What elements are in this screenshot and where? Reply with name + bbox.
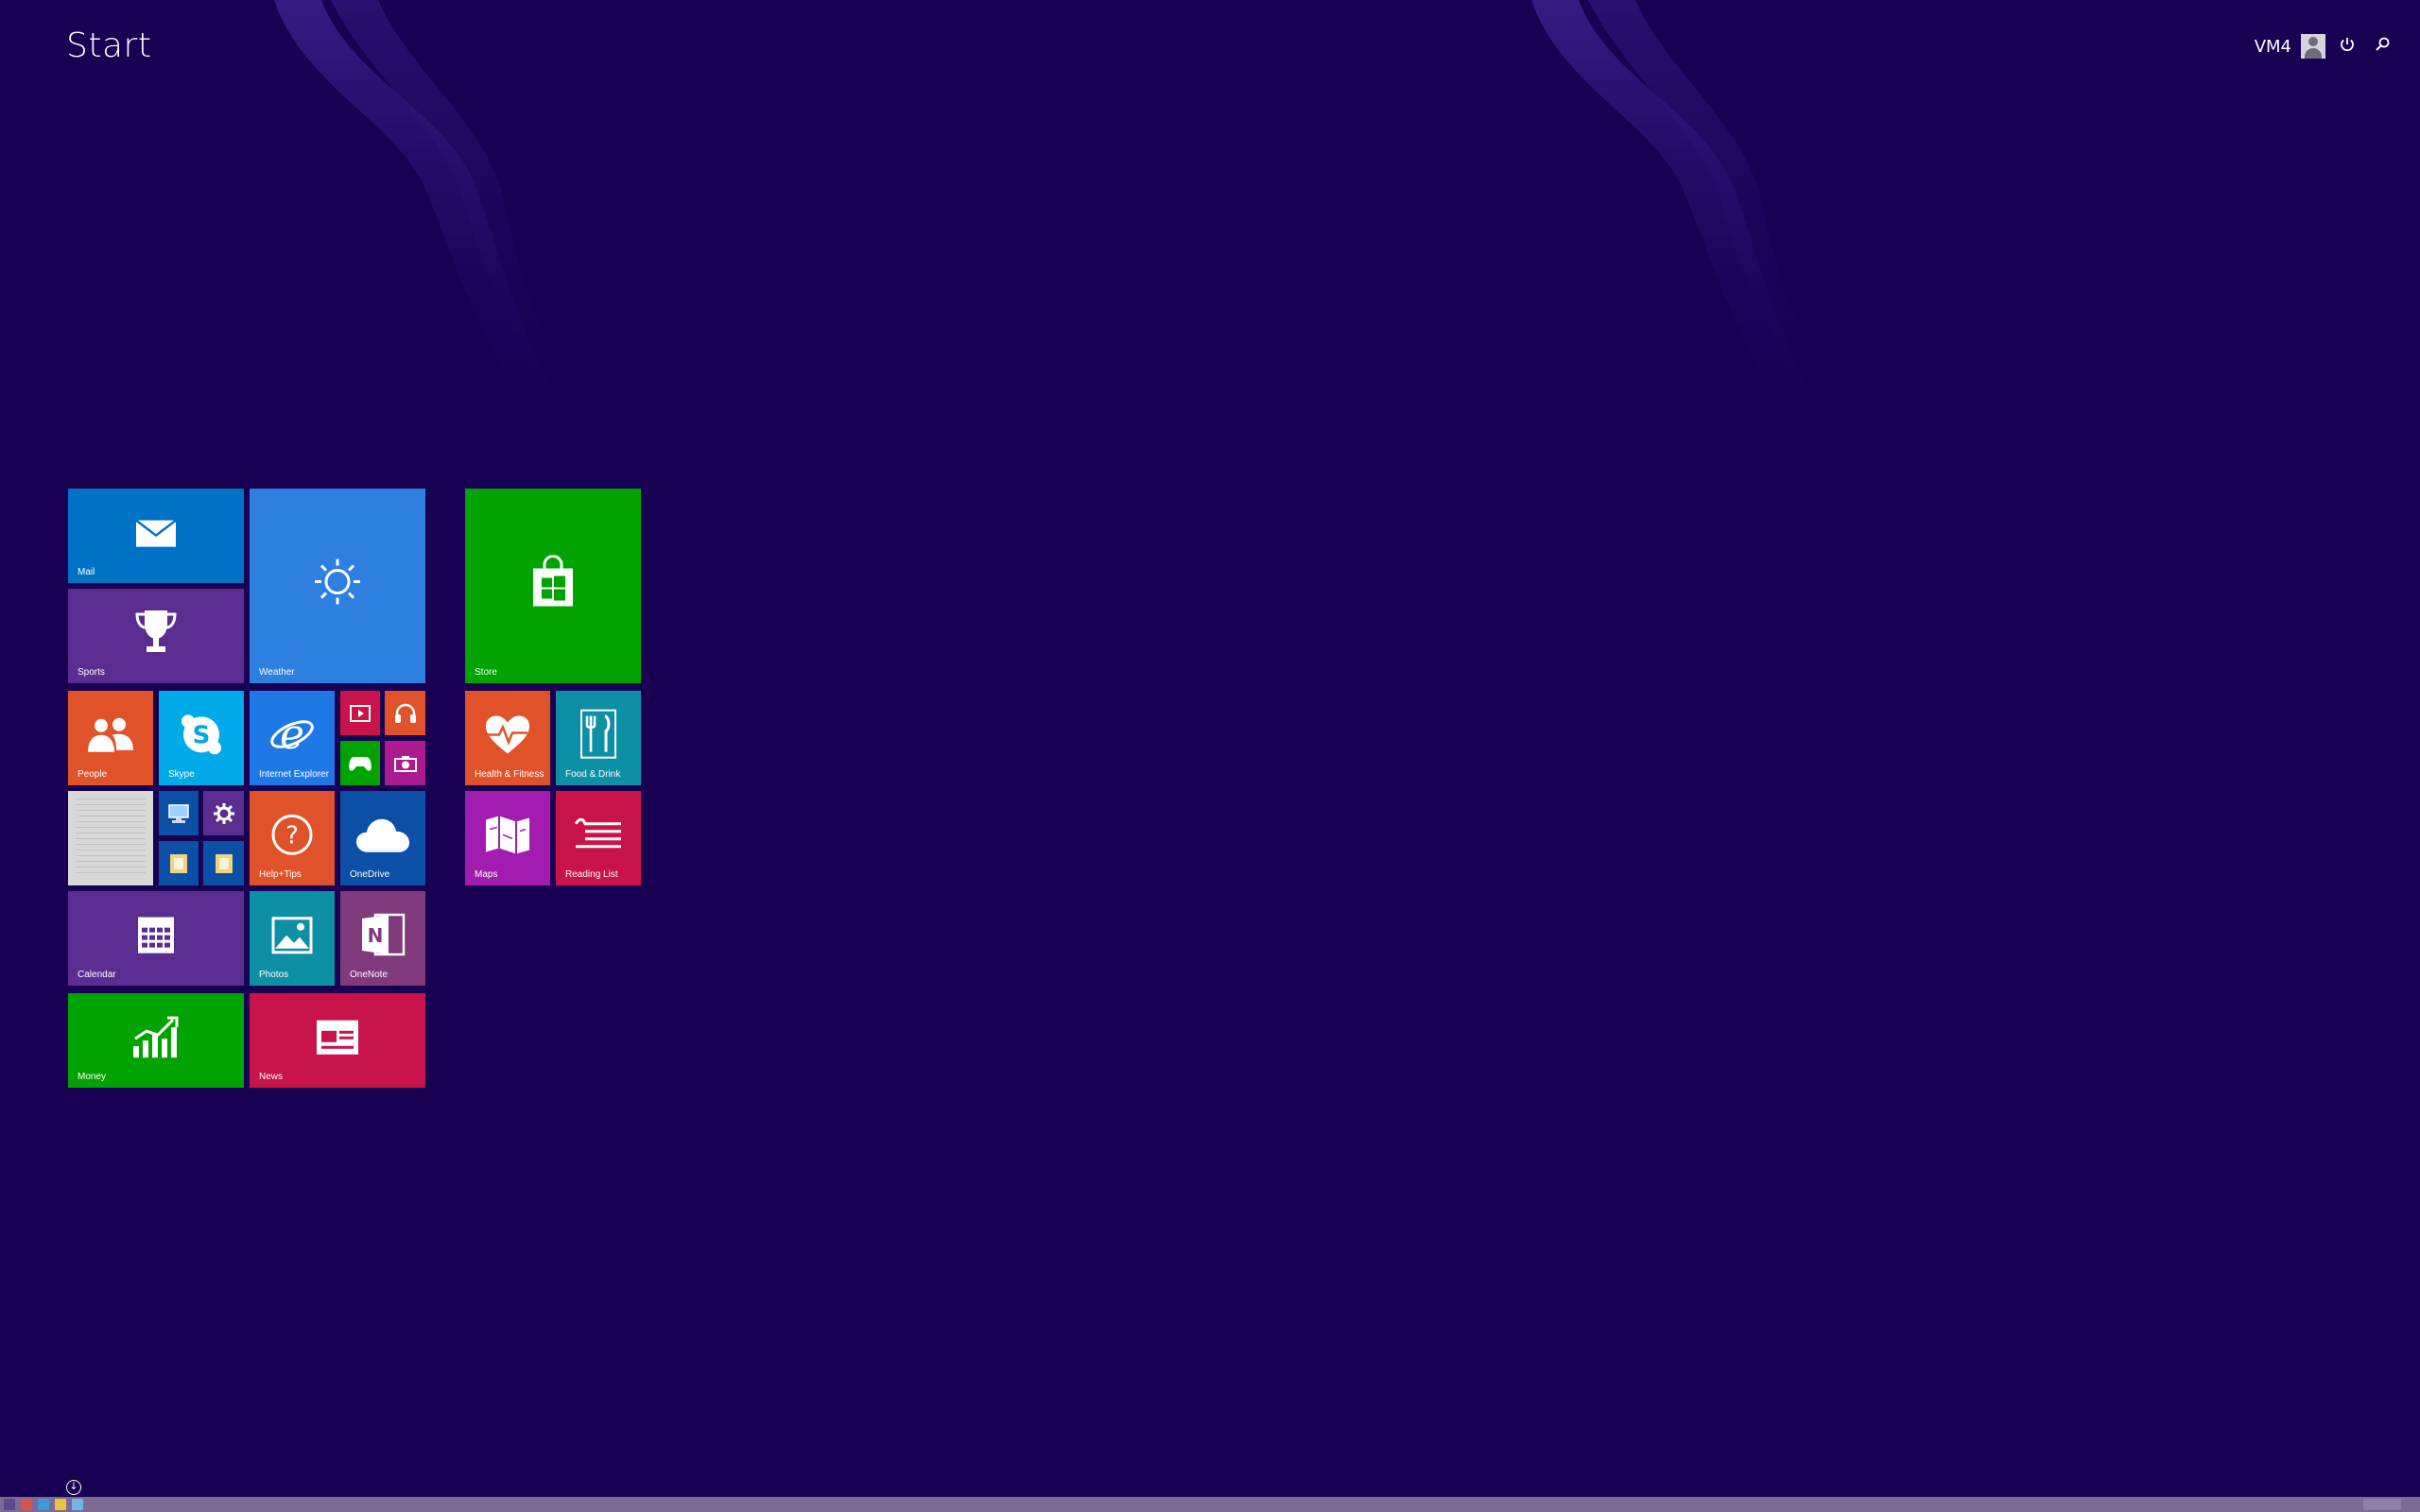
mail-icon: [135, 519, 177, 548]
power-icon[interactable]: [2337, 36, 2358, 56]
tile-label: Help+Tips: [259, 869, 302, 880]
tile-camera[interactable]: [385, 741, 425, 785]
taskbar-app-icon[interactable]: [38, 1499, 49, 1510]
tile-food-drink[interactable]: Food & Drink: [556, 691, 641, 785]
tile-store[interactable]: Store: [465, 489, 641, 683]
svg-text:e: e: [280, 711, 304, 758]
tile-label: Reading List: [565, 869, 618, 880]
tile-calendar[interactable]: Calendar: [68, 891, 244, 986]
skype-icon: S: [180, 713, 223, 756]
onenote-icon: N: [360, 911, 406, 958]
video-icon: [350, 704, 371, 722]
people-icon: [86, 716, 135, 754]
tile-label: News: [259, 1072, 284, 1082]
trophy-icon: [134, 609, 178, 656]
tile-music[interactable]: [385, 691, 425, 735]
tile-label: Photos: [259, 970, 289, 980]
tile-onedrive[interactable]: OneDrive: [340, 791, 425, 885]
svg-text:N: N: [368, 924, 384, 947]
ie-icon: e: [268, 711, 316, 758]
taskbar-app-icon[interactable]: [55, 1499, 66, 1510]
gamepad-icon: [348, 755, 372, 772]
chart-up-icon: [131, 1014, 181, 1059]
reading-list-icon: [574, 816, 623, 854]
svg-text:?: ?: [285, 821, 299, 850]
tile-skype[interactable]: S Skype: [159, 691, 244, 785]
tile-label: Food & Drink: [565, 769, 621, 780]
tile-label: Calendar: [78, 970, 116, 980]
background-swirl-right: [1531, 0, 1881, 472]
tile-label: Weather: [259, 667, 295, 678]
tile-internet-explorer[interactable]: e Internet Explorer: [250, 691, 335, 785]
user-account[interactable]: VM4: [2255, 34, 2325, 59]
computer-icon: [167, 803, 190, 824]
tile-people[interactable]: People: [68, 691, 153, 785]
tile-sports[interactable]: Sports: [68, 589, 244, 683]
heart-pulse-icon: [484, 713, 531, 755]
store-bag-icon: [529, 555, 577, 609]
folder-icon: [214, 852, 234, 875]
calendar-icon: [136, 916, 176, 955]
taskbar-start-icon[interactable]: [4, 1499, 15, 1510]
tile-label: Internet Explorer: [259, 769, 329, 780]
desktop-thumbnail-icon: [76, 799, 146, 878]
folder-icon: [168, 852, 189, 875]
tile-label: Maps: [475, 869, 498, 880]
tile-pc-settings[interactable]: [203, 791, 244, 835]
tile-help-tips[interactable]: ? Help+Tips: [250, 791, 335, 885]
taskbar: [0, 1497, 2420, 1512]
headphones-icon: [394, 703, 417, 724]
fork-knife-icon: [579, 709, 617, 760]
tile-this-pc[interactable]: [159, 791, 199, 835]
tile-label: OneDrive: [350, 869, 390, 880]
sun-icon: [311, 556, 364, 609]
gear-icon: [213, 802, 235, 825]
tile-file-explorer[interactable]: [159, 841, 199, 885]
tile-documents[interactable]: [203, 841, 244, 885]
tile-money[interactable]: Money: [68, 993, 244, 1088]
tile-photos[interactable]: Photos: [250, 891, 335, 986]
all-apps-arrow-icon[interactable]: ↓: [66, 1480, 81, 1495]
tile-label: Sports: [78, 667, 105, 678]
tile-label: Money: [78, 1072, 107, 1082]
background-swirl-left: [274, 0, 624, 472]
cloud-icon: [354, 816, 411, 854]
tile-label: OneNote: [350, 970, 389, 980]
tile-maps[interactable]: Maps: [465, 791, 550, 885]
taskbar-app-icon[interactable]: [72, 1499, 83, 1510]
tile-mail[interactable]: Mail: [68, 489, 244, 583]
tile-desktop[interactable]: [68, 791, 153, 885]
newspaper-icon: [315, 1019, 360, 1057]
tile-games[interactable]: [340, 741, 380, 785]
tile-reading-list[interactable]: Reading List: [556, 791, 641, 885]
svg-text:S: S: [193, 721, 211, 749]
user-name: VM4: [2254, 36, 2291, 57]
tile-label: People: [78, 769, 108, 780]
tile-news[interactable]: News: [250, 993, 425, 1088]
camera-icon: [393, 755, 417, 772]
tile-label: Store: [475, 667, 497, 678]
map-icon: [484, 814, 531, 855]
tile-video[interactable]: [340, 691, 380, 735]
tile-label: Mail: [78, 567, 95, 577]
tile-weather[interactable]: Weather: [250, 489, 425, 683]
tile-onenote[interactable]: N OneNote: [340, 891, 425, 986]
question-icon: ?: [270, 813, 314, 856]
taskbar-app-icon[interactable]: [21, 1499, 32, 1510]
photo-icon: [271, 917, 313, 954]
avatar: [2301, 34, 2325, 59]
page-title: Start: [66, 26, 152, 65]
taskbar-tray-icon[interactable]: [2363, 1499, 2401, 1510]
tile-label: Skype: [168, 769, 195, 780]
tile-health-fitness[interactable]: Health & Fitness: [465, 691, 550, 785]
search-icon[interactable]: [2372, 36, 2393, 56]
tile-label: Health & Fitness: [475, 769, 544, 780]
